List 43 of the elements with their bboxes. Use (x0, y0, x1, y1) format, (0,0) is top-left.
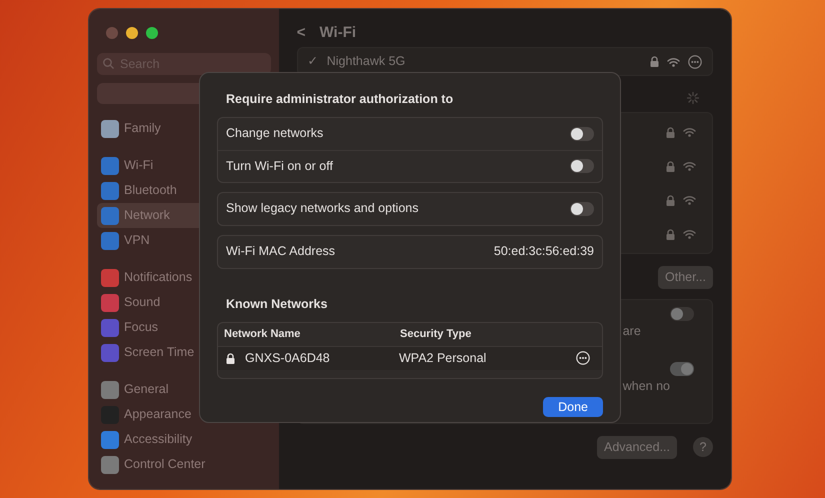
mac-label: Wi-Fi MAC Address (226, 243, 336, 260)
sidebar-item[interactable]: Appearance (97, 402, 271, 427)
section-heading: Known Networks (225, 296, 328, 313)
window-control-dot[interactable] (146, 27, 158, 39)
toggle-switch[interactable] (570, 159, 594, 174)
toggle-switch[interactable] (570, 202, 594, 216)
mac-value: 50:ed:3c:56:ed:39 (494, 243, 594, 260)
dialog-heading: Require administrator authorization to (225, 91, 454, 108)
column-header: Security Type (400, 326, 472, 342)
other-button[interactable]: Other... (658, 266, 713, 289)
network-name: Nighthawk 5G (326, 53, 406, 70)
checkmark: ✓ (308, 53, 319, 70)
page-title: Wi-Fi (320, 22, 356, 43)
column-header: Network Name (224, 326, 302, 342)
setting-label: Change networks (226, 125, 324, 142)
toggle-switch[interactable] (570, 126, 594, 141)
toggle-switch[interactable] (670, 306, 694, 321)
sidebar-item[interactable]: Notifications (97, 265, 271, 290)
window-control-dot[interactable] (126, 27, 138, 39)
wifi-icon (683, 195, 696, 205)
sidebar-item[interactable]: Bluetooth (97, 178, 271, 203)
wifi-icon (683, 161, 696, 171)
wifi-icon (667, 56, 680, 66)
wifi-icon (683, 127, 696, 137)
option-text: are (622, 322, 641, 338)
option-text: when no (622, 378, 670, 393)
help-button[interactable]: ? (693, 437, 713, 458)
lock-icon (650, 56, 659, 67)
sidebar-item[interactable]: General (97, 377, 271, 402)
back-button[interactable]: < (296, 22, 306, 44)
toggle-switch[interactable] (670, 362, 694, 376)
lock-icon (226, 352, 235, 364)
window-control-dot[interactable] (106, 27, 118, 39)
setting-label: Turn Wi-Fi on or off (226, 158, 333, 175)
sidebar-item[interactable]: Control Center (97, 452, 271, 477)
wifi-icon (683, 229, 696, 239)
security-type: WPA2 Personal (399, 350, 486, 367)
done-button[interactable]: Done (543, 396, 603, 418)
sidebar-item[interactable]: Accessibility (97, 427, 271, 452)
network-name: GNXS-0A6D48 (245, 350, 331, 367)
advanced-button[interactable]: Advanced... (596, 436, 677, 458)
table-row[interactable]: GNXS-0A6D48 WPA2 Personal (218, 346, 602, 370)
loading-spinner-icon (687, 92, 699, 104)
